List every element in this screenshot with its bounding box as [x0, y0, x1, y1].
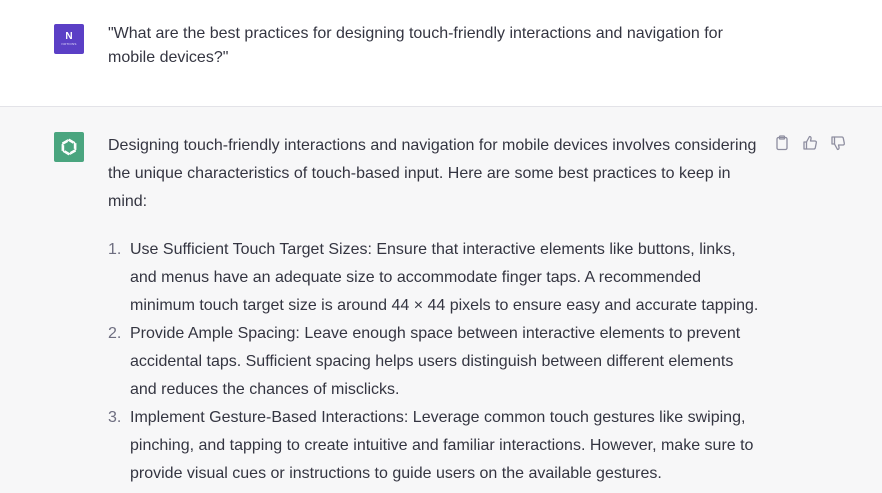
list-item: 3. Implement Gesture-Based Interactions:…	[108, 404, 764, 488]
best-practices-list: 1. Use Sufficient Touch Target Sizes: En…	[108, 236, 764, 488]
list-item-number: 1.	[108, 241, 122, 258]
list-item-text: Use Sufficient Touch Target Sizes: Ensur…	[130, 241, 759, 314]
assistant-message-row: Designing touch-friendly interactions an…	[0, 107, 882, 493]
list-item: 2. Provide Ample Spacing: Leave enough s…	[108, 320, 764, 404]
user-message-row: N NOTIONS "What are the best practices f…	[0, 0, 882, 107]
clipboard-icon	[776, 135, 788, 151]
user-message-text: "What are the best practices for designi…	[108, 25, 723, 66]
thumbs-up-button[interactable]	[802, 135, 818, 151]
assistant-avatar	[54, 132, 84, 162]
user-avatar-subtext: NOTIONS	[61, 42, 77, 46]
list-item-number: 3.	[108, 409, 122, 426]
thumbs-down-icon	[831, 136, 845, 151]
assistant-intro: Designing touch-friendly interactions an…	[108, 137, 757, 210]
user-avatar: N NOTIONS	[54, 24, 84, 54]
list-item-text: Implement Gesture-Based Interactions: Le…	[130, 409, 754, 482]
list-item-text: Provide Ample Spacing: Leave enough spac…	[130, 325, 741, 398]
thumbs-up-icon	[803, 135, 817, 150]
openai-logo-icon	[61, 138, 77, 156]
user-avatar-mark: N	[65, 31, 73, 42]
list-item: 1. Use Sufficient Touch Target Sizes: En…	[108, 236, 764, 320]
thumbs-down-button[interactable]	[830, 135, 846, 151]
assistant-message-content: Designing touch-friendly interactions an…	[108, 132, 764, 488]
copy-button[interactable]	[774, 135, 790, 151]
list-item-number: 2.	[108, 325, 122, 342]
message-actions	[774, 135, 846, 151]
